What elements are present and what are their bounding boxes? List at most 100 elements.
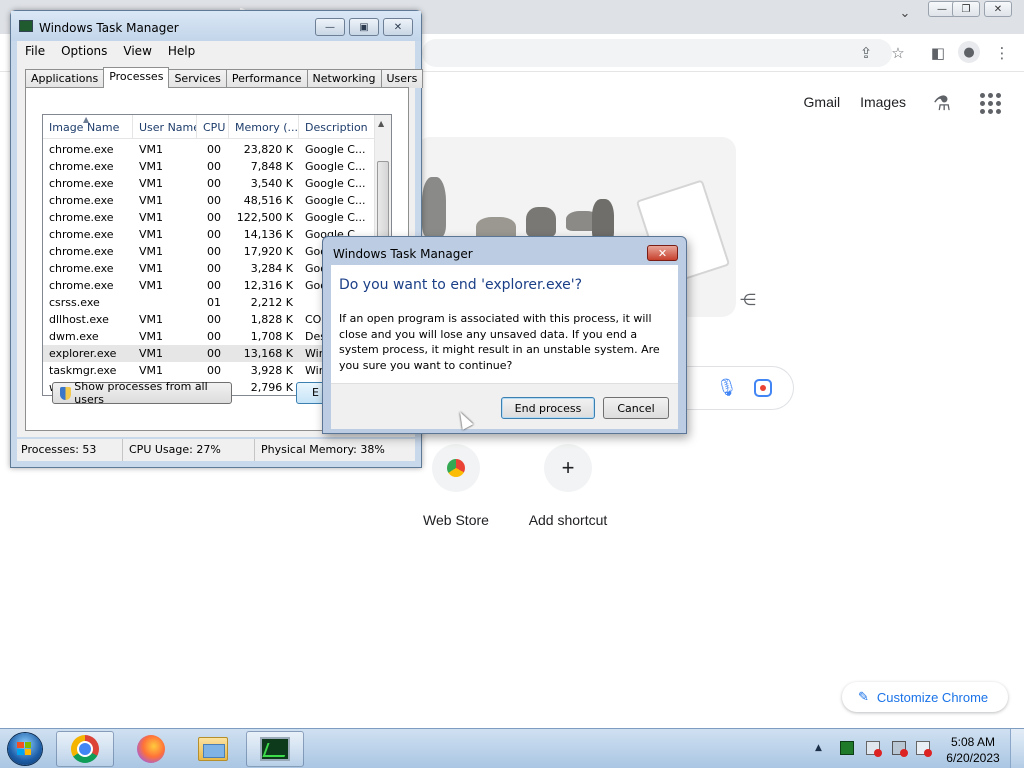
clock-date: 6/20/2023 <box>946 751 1000 765</box>
table-row[interactable]: chrome.exe VM1 00 48,516 K Google C... <box>43 192 375 209</box>
dialog-heading: Do you want to end 'explorer.exe'? <box>339 277 583 293</box>
network-icon[interactable] <box>892 741 908 757</box>
cell-cpu: 00 <box>207 262 221 275</box>
share-page-icon[interactable]: ⇪ <box>856 43 876 63</box>
cell-user-name: VM1 <box>139 262 164 275</box>
cell-user-name: VM1 <box>139 347 164 360</box>
cell-memory: 1,708 K <box>250 330 293 343</box>
end-process-button[interactable]: End process <box>501 397 595 419</box>
table-row[interactable]: chrome.exe VM1 00 3,540 K Google C... <box>43 175 375 192</box>
cell-memory: 17,920 K <box>243 245 293 258</box>
cell-image-name: dllhost.exe <box>49 313 109 326</box>
cell-memory: 48,516 K <box>243 194 293 207</box>
tab-applications[interactable]: Applications <box>25 69 105 88</box>
chrome-restore-button[interactable]: ❐ <box>952 1 980 17</box>
taskbar-chrome[interactable] <box>56 731 114 767</box>
table-row[interactable]: chrome.exe VM1 00 7,848 K Google C... <box>43 158 375 175</box>
status-processes: Processes: 53 <box>17 439 123 461</box>
tab-processes[interactable]: Processes <box>103 67 170 88</box>
cell-image-name: chrome.exe <box>49 245 114 258</box>
show-desktop-button[interactable] <box>1010 729 1024 768</box>
task-manager-icon <box>19 20 33 32</box>
status-bar: Processes: 53 CPU Usage: 27% Physical Me… <box>17 439 415 461</box>
scroll-up-arrow-icon[interactable]: ▲ <box>378 119 384 128</box>
column-image-name[interactable]: ▲ Image Name <box>43 115 133 139</box>
cell-user-name: VM1 <box>139 279 164 292</box>
doodle-share-icon[interactable]: ⋲ <box>738 290 758 310</box>
cell-image-name: dwm.exe <box>49 330 99 343</box>
taskbar-task-manager[interactable] <box>246 731 304 767</box>
tab-services[interactable]: Services <box>168 69 227 88</box>
window-title: Windows Task Manager <box>39 21 179 35</box>
menu-help[interactable]: Help <box>168 44 195 58</box>
gmail-link[interactable]: Gmail <box>804 94 841 110</box>
web-store-icon <box>432 444 480 492</box>
shortcut-add[interactable]: + Add shortcut <box>512 444 624 528</box>
chrome-menu-icon[interactable]: ⋮ <box>992 43 1012 63</box>
cell-image-name: chrome.exe <box>49 177 114 190</box>
google-header-links: Gmail Images <box>804 94 906 110</box>
action-center-flag-icon[interactable] <box>866 741 882 757</box>
profile-avatar-icon[interactable]: ● <box>958 41 980 63</box>
google-apps-icon[interactable] <box>978 92 1002 114</box>
cell-memory: 23,820 K <box>243 143 293 156</box>
close-button[interactable]: ✕ <box>383 18 413 36</box>
cell-description: Google C... <box>305 143 366 156</box>
tab-users[interactable]: Users <box>380 69 424 88</box>
cell-image-name: taskmgr.exe <box>49 364 117 377</box>
tab-networking[interactable]: Networking <box>306 69 382 88</box>
column-cpu[interactable]: CPU <box>197 115 229 139</box>
cell-description: Google C... <box>305 194 366 207</box>
cell-cpu: 00 <box>207 160 221 173</box>
chrome-close-button[interactable]: ✕ <box>984 1 1012 17</box>
cell-memory: 122,500 K <box>236 211 293 224</box>
tab-performance[interactable]: Performance <box>225 69 308 88</box>
show-all-processes-button[interactable]: Show processes from all users <box>52 380 232 406</box>
cell-user-name: VM1 <box>139 143 164 156</box>
cell-cpu: 00 <box>207 330 221 343</box>
cell-user-name: VM1 <box>139 330 164 343</box>
show-hidden-icons-arrow-icon[interactable]: ▲ <box>815 743 822 753</box>
task-manager-titlebar[interactable]: Windows Task Manager — ▣ ✕ <box>11 11 421 41</box>
search-labs-icon[interactable]: ⚗ <box>930 91 954 115</box>
column-user-name[interactable]: User Name <box>133 115 197 139</box>
pencil-icon: ✎ <box>858 689 869 704</box>
images-link[interactable]: Images <box>860 94 906 110</box>
table-row[interactable]: chrome.exe VM1 00 122,500 K Google C... <box>43 209 375 226</box>
cell-memory: 13,168 K <box>243 347 293 360</box>
menu-options[interactable]: Options <box>61 44 107 58</box>
side-panel-icon[interactable]: ◧ <box>928 43 948 63</box>
volume-muted-icon[interactable] <box>916 741 932 757</box>
process-list-header: ▲ Image Name User Name CPU Memory (... De… <box>43 115 375 139</box>
task-manager-icon <box>260 737 290 761</box>
menu-view[interactable]: View <box>123 44 151 58</box>
cell-memory: 2,796 K <box>250 381 293 394</box>
tray-monitor-icon[interactable] <box>840 741 854 755</box>
folder-icon <box>198 737 228 761</box>
customize-chrome-label: Customize Chrome <box>876 689 989 705</box>
customize-chrome-button[interactable]: ✎ Customize Chrome <box>842 682 1008 712</box>
cell-image-name: chrome.exe <box>49 194 114 207</box>
taskbar-explorer[interactable] <box>184 731 242 767</box>
uac-shield-icon <box>60 386 72 400</box>
minimize-button[interactable]: — <box>315 18 345 36</box>
menu-file[interactable]: File <box>25 44 45 58</box>
taskbar-firefox[interactable] <box>122 731 180 767</box>
address-bar[interactable] <box>422 39 892 67</box>
cell-cpu: 00 <box>207 313 221 326</box>
cell-user-name: VM1 <box>139 245 164 258</box>
column-memory[interactable]: Memory (... <box>229 115 299 139</box>
voice-search-icon[interactable]: 🎙 <box>716 378 738 398</box>
bookmark-star-icon[interactable]: ☆ <box>888 43 908 63</box>
maximize-button[interactable]: ▣ <box>349 18 379 36</box>
cell-cpu: 00 <box>207 347 221 360</box>
lens-camera-icon[interactable] <box>754 379 772 397</box>
system-clock[interactable]: 5:08 AM 6/20/2023 <box>936 734 1010 766</box>
tab-search-icon[interactable]: ⌄ <box>896 6 914 26</box>
cell-image-name: chrome.exe <box>49 279 114 292</box>
table-row[interactable]: chrome.exe VM1 00 23,820 K Google C... <box>43 141 375 158</box>
cancel-button[interactable]: Cancel <box>603 397 669 419</box>
start-button[interactable] <box>8 733 42 765</box>
column-description[interactable]: Description <box>299 115 375 139</box>
dialog-close-button[interactable]: ✕ <box>647 245 678 261</box>
